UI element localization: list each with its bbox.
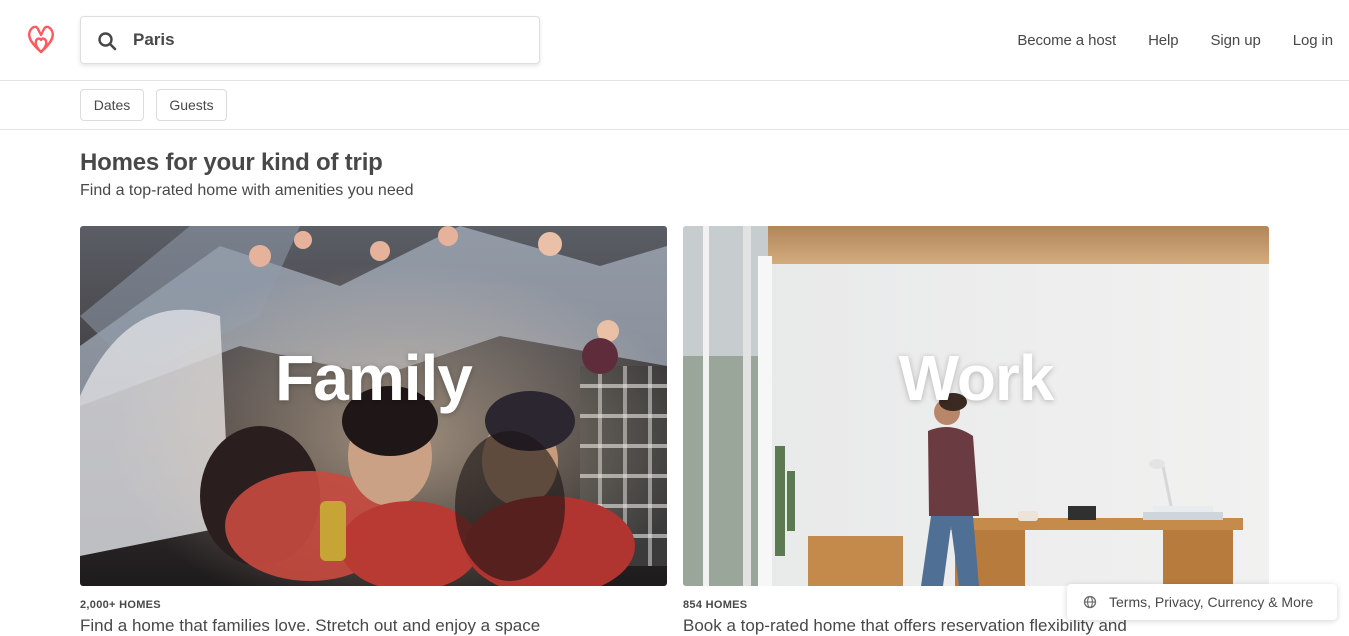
log-in-link[interactable]: Log in xyxy=(1293,32,1333,49)
work-count: 854 HOMES xyxy=(683,599,748,611)
globe-icon xyxy=(1083,595,1097,609)
family-card[interactable]: Family 2,000+ HOMES Find a home that fam… xyxy=(80,226,667,635)
search-input[interactable] xyxy=(133,25,523,55)
filter-bar: Dates Guests xyxy=(0,81,1349,130)
sign-up-link[interactable]: Sign up xyxy=(1211,32,1261,49)
family-description: Find a home that families love. Stretch … xyxy=(80,616,541,635)
dates-filter-button[interactable]: Dates xyxy=(80,89,144,121)
airbnb-logo[interactable] xyxy=(24,22,58,58)
search-icon xyxy=(98,32,117,51)
top-nav: Become a host Help Sign up Log in xyxy=(985,0,1333,80)
work-photo[interactable]: Work xyxy=(683,226,1269,586)
top-header: Become a host Help Sign up Log in xyxy=(0,0,1349,81)
footer-links-label: Terms, Privacy, Currency & More xyxy=(1109,594,1314,610)
work-card[interactable]: Work 854 HOMES Book a top-rated home tha… xyxy=(683,226,1269,635)
airbnb-logo-icon xyxy=(27,25,55,54)
become-host-link[interactable]: Become a host xyxy=(1017,32,1116,49)
section-title: Homes for your kind of trip xyxy=(80,149,383,176)
family-title: Family xyxy=(275,342,473,414)
work-title: Work xyxy=(898,342,1055,414)
help-link[interactable]: Help xyxy=(1148,32,1179,49)
guests-filter-button[interactable]: Guests xyxy=(156,89,227,121)
family-photo[interactable]: Family xyxy=(80,226,667,586)
section-subtitle: Find a top-rated home with amenities you… xyxy=(80,182,414,199)
search-box[interactable] xyxy=(80,16,540,64)
family-count: 2,000+ HOMES xyxy=(80,599,161,611)
footer-links-button[interactable]: Terms, Privacy, Currency & More xyxy=(1067,584,1337,620)
